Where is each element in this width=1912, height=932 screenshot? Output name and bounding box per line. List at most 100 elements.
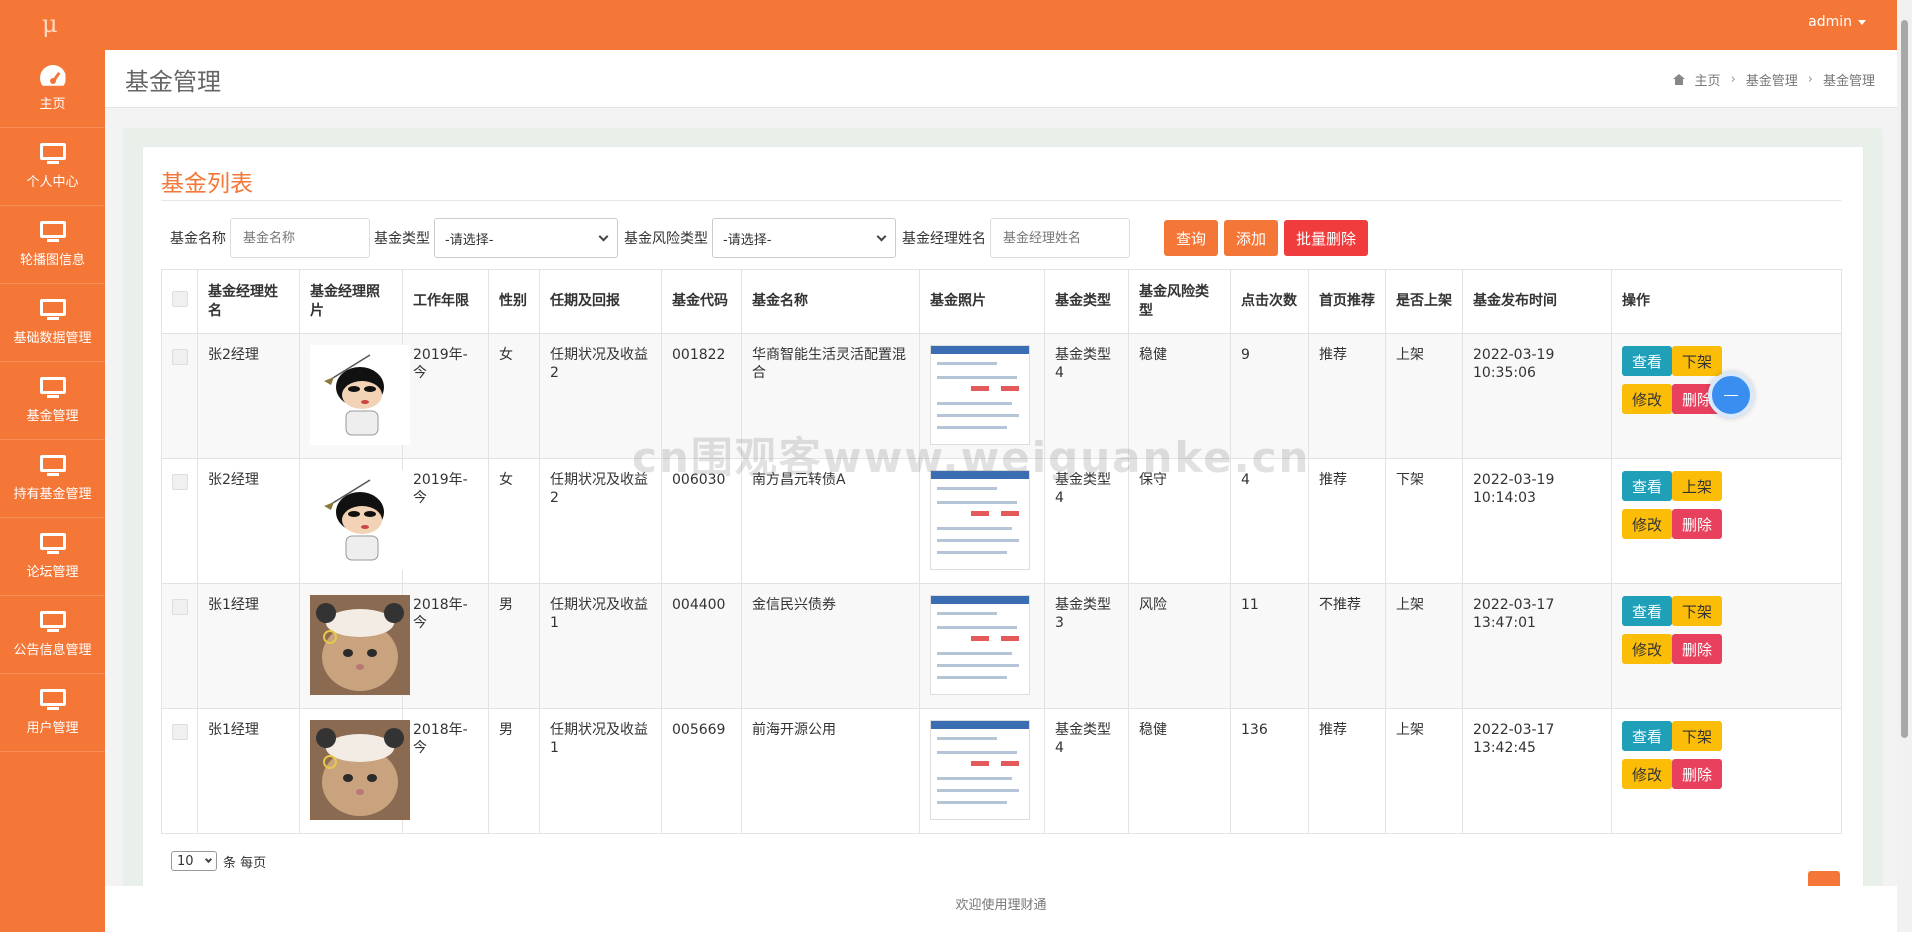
monitor-icon (39, 455, 66, 477)
view-button[interactable]: 查看 (1622, 471, 1673, 501)
cell-fund-type: 基金类型4 (1044, 333, 1129, 459)
fund-risk-select[interactable]: -请选择- (712, 218, 896, 258)
cell-code: 005669 (661, 708, 742, 834)
edit-button[interactable]: 修改 (1622, 759, 1673, 789)
manager-name-input[interactable] (990, 218, 1130, 258)
edit-button[interactable]: 修改 (1622, 384, 1673, 414)
breadcrumb: 主页 › 基金管理 › 基金管理 (1672, 70, 1875, 89)
sidebar-item-funds[interactable]: 基金管理 (0, 362, 105, 440)
monitor-icon (39, 377, 66, 399)
query-button[interactable]: 查询 (1164, 220, 1219, 256)
sidebar-item-forum[interactable]: 论坛管理 (0, 518, 105, 596)
col-fund-code: 基金代码 (661, 269, 742, 334)
sidebar-item-home[interactable]: 主页 (0, 50, 105, 128)
sidebar-item-holdings[interactable]: 持有基金管理 (0, 440, 105, 518)
breadcrumb-section[interactable]: 基金管理 (1746, 70, 1798, 89)
fund-name-input[interactable] (230, 218, 370, 258)
table-row: 张2经理 2019年-今 女 任期状况及收益2 006030 南方昌元转债A 基… (161, 458, 1842, 584)
col-actions: 操作 (1611, 269, 1842, 334)
floating-assist-button[interactable] (1708, 372, 1754, 418)
sidebar-item-carousel[interactable]: 轮播图信息 (0, 206, 105, 284)
sidebar: 主页 个人中心 轮播图信息 基础数据管理 基金管理 持有基金管理 论坛管理 公告… (0, 50, 105, 932)
table-row: 张1经理 2018年-今 男 任期状况及收益1 004400 金信民兴债券 基金… (161, 583, 1842, 709)
row-checkbox[interactable] (171, 724, 188, 740)
row-actions: 查看 下架 修改 删除 (1622, 596, 1772, 664)
sidebar-item-profile[interactable]: 个人中心 (0, 128, 105, 206)
view-button[interactable]: 查看 (1622, 346, 1673, 376)
row-checkbox[interactable] (171, 474, 188, 490)
breadcrumb-home[interactable]: 主页 (1695, 70, 1721, 89)
app-logo: μ (42, 10, 58, 38)
select-all-cell (161, 269, 198, 334)
toggle-listing-button[interactable]: 下架 (1672, 346, 1723, 376)
sidebar-item-label: 基础数据管理 (13, 331, 92, 346)
row-checkbox[interactable] (171, 349, 188, 365)
cell-gender: 男 (488, 708, 540, 834)
breadcrumb-separator: › (1807, 72, 1813, 87)
sidebar-item-notices[interactable]: 公告信息管理 (0, 596, 105, 674)
cell-gender: 女 (488, 333, 540, 459)
fund-table: 基金经理姓名 基金经理照片 工作年限 性别 任期及回报 基金代码 基金名称 基金… (161, 269, 1842, 834)
col-fund-name: 基金名称 (741, 269, 920, 334)
filter-bar: 基金名称 基金类型 -请选择- 基金风险类型 -请选择- 基金经理姓名 查询 添… (170, 218, 1369, 258)
cell-years: 2019年-今 (402, 458, 489, 584)
cell-years: 2018年-今 (402, 708, 489, 834)
footer: 欢迎使用理财通 (105, 886, 1897, 932)
sidebar-item-users[interactable]: 用户管理 (0, 674, 105, 752)
edit-button[interactable]: 修改 (1622, 634, 1673, 664)
col-fund-photo: 基金照片 (919, 269, 1045, 334)
cell-clicks: 9 (1230, 333, 1309, 459)
delete-button[interactable]: 删除 (1672, 759, 1723, 789)
cell-code: 001822 (661, 333, 742, 459)
fund-type-select[interactable]: -请选择- (434, 218, 618, 258)
toggle-listing-button[interactable]: 下架 (1672, 721, 1723, 751)
cell-manager: 张1经理 (197, 583, 300, 709)
user-menu[interactable]: admin (1808, 14, 1866, 30)
manager-avatar-cat (310, 720, 410, 820)
page-header: 基金管理 主页 › 基金管理 › 基金管理 (105, 50, 1897, 108)
cell-risk: 保守 (1128, 458, 1231, 584)
view-button[interactable]: 查看 (1622, 721, 1673, 751)
fund-type-value: -请选择- (445, 232, 494, 248)
cell-clicks: 136 (1230, 708, 1309, 834)
page-scrollbar[interactable] (1897, 0, 1912, 932)
delete-button[interactable]: 删除 (1672, 634, 1723, 664)
sidebar-item-base-data[interactable]: 基础数据管理 (0, 284, 105, 362)
sidebar-item-label: 论坛管理 (26, 565, 79, 580)
page-size-select[interactable]: 10 (171, 851, 217, 871)
table-row: 张1经理 2018年-今 男 任期状况及收益1 005669 前海开源公用 基金… (161, 708, 1842, 834)
cell-code: 004400 (661, 583, 742, 709)
scrollbar-thumb[interactable] (1901, 20, 1908, 738)
view-button[interactable]: 查看 (1622, 596, 1673, 626)
page-size-suffix: 条 每页 (223, 855, 267, 871)
cell-clicks: 4 (1230, 458, 1309, 584)
cell-manager: 张2经理 (197, 333, 300, 459)
row-checkbox[interactable] (171, 599, 188, 615)
cell-code: 006030 (661, 458, 742, 584)
delete-button[interactable]: 删除 (1672, 509, 1723, 539)
filter-risk-label: 基金风险类型 (624, 231, 708, 247)
pagination: 10 条 每页 (171, 851, 266, 871)
fund-risk-value: -请选择- (723, 232, 772, 248)
toggle-listing-button[interactable]: 上架 (1672, 471, 1723, 501)
monitor-icon (39, 611, 66, 633)
sidebar-item-label: 轮播图信息 (19, 253, 85, 268)
col-gender: 性别 (488, 269, 540, 334)
breadcrumb-current: 基金管理 (1822, 74, 1875, 89)
batch-delete-button[interactable]: 批量删除 (1284, 220, 1369, 256)
footer-text: 欢迎使用理财通 (955, 898, 1047, 913)
edit-button[interactable]: 修改 (1622, 509, 1673, 539)
toggle-listing-button[interactable]: 下架 (1672, 596, 1723, 626)
col-tenure: 任期及回报 (539, 269, 662, 334)
filter-type-label: 基金类型 (374, 231, 430, 247)
col-risk-type: 基金风险类型 (1128, 269, 1231, 334)
list-title: 基金列表 (161, 171, 253, 197)
cell-fund-type: 基金类型4 (1044, 458, 1129, 584)
add-button[interactable]: 添加 (1224, 220, 1279, 256)
cell-tenure: 任期状况及收益1 (539, 708, 662, 834)
cell-fund-type: 基金类型3 (1044, 583, 1129, 709)
cell-tenure: 任期状况及收益1 (539, 583, 662, 709)
row-actions: 查看 上架 修改 删除 (1622, 471, 1772, 539)
select-all-checkbox[interactable] (171, 290, 188, 307)
table-row: 张2经理 2019年-今 女 任期状况及收益2 001822 华商智能生活灵活配… (161, 333, 1842, 459)
